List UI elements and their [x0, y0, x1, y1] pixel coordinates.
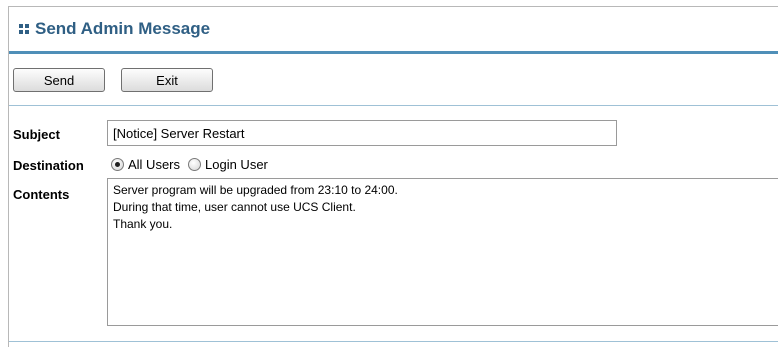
destination-label: Destination — [13, 158, 84, 173]
subject-input[interactable] — [107, 120, 617, 146]
toolbar: Send Exit — [9, 54, 778, 106]
contents-textarea[interactable]: Server program will be upgraded from 23:… — [107, 178, 778, 326]
subject-label: Subject — [13, 127, 60, 142]
destination-radio-group: All Users Login User — [111, 156, 276, 174]
panel-header: Send Admin Message — [9, 7, 778, 54]
all-users-radio[interactable] — [111, 158, 124, 172]
all-users-radio-label[interactable]: All Users — [128, 157, 180, 172]
page-title: Send Admin Message — [35, 19, 211, 38]
admin-message-panel: Send Admin Message Send Exit Subject Des… — [8, 6, 778, 347]
send-button[interactable]: Send — [13, 68, 105, 92]
login-user-radio[interactable] — [188, 158, 202, 172]
grid-icon — [19, 24, 29, 34]
login-user-radio-label[interactable]: Login User — [205, 157, 268, 172]
divider — [9, 341, 778, 342]
contents-label: Contents — [13, 187, 70, 202]
exit-button[interactable]: Exit — [121, 68, 213, 92]
